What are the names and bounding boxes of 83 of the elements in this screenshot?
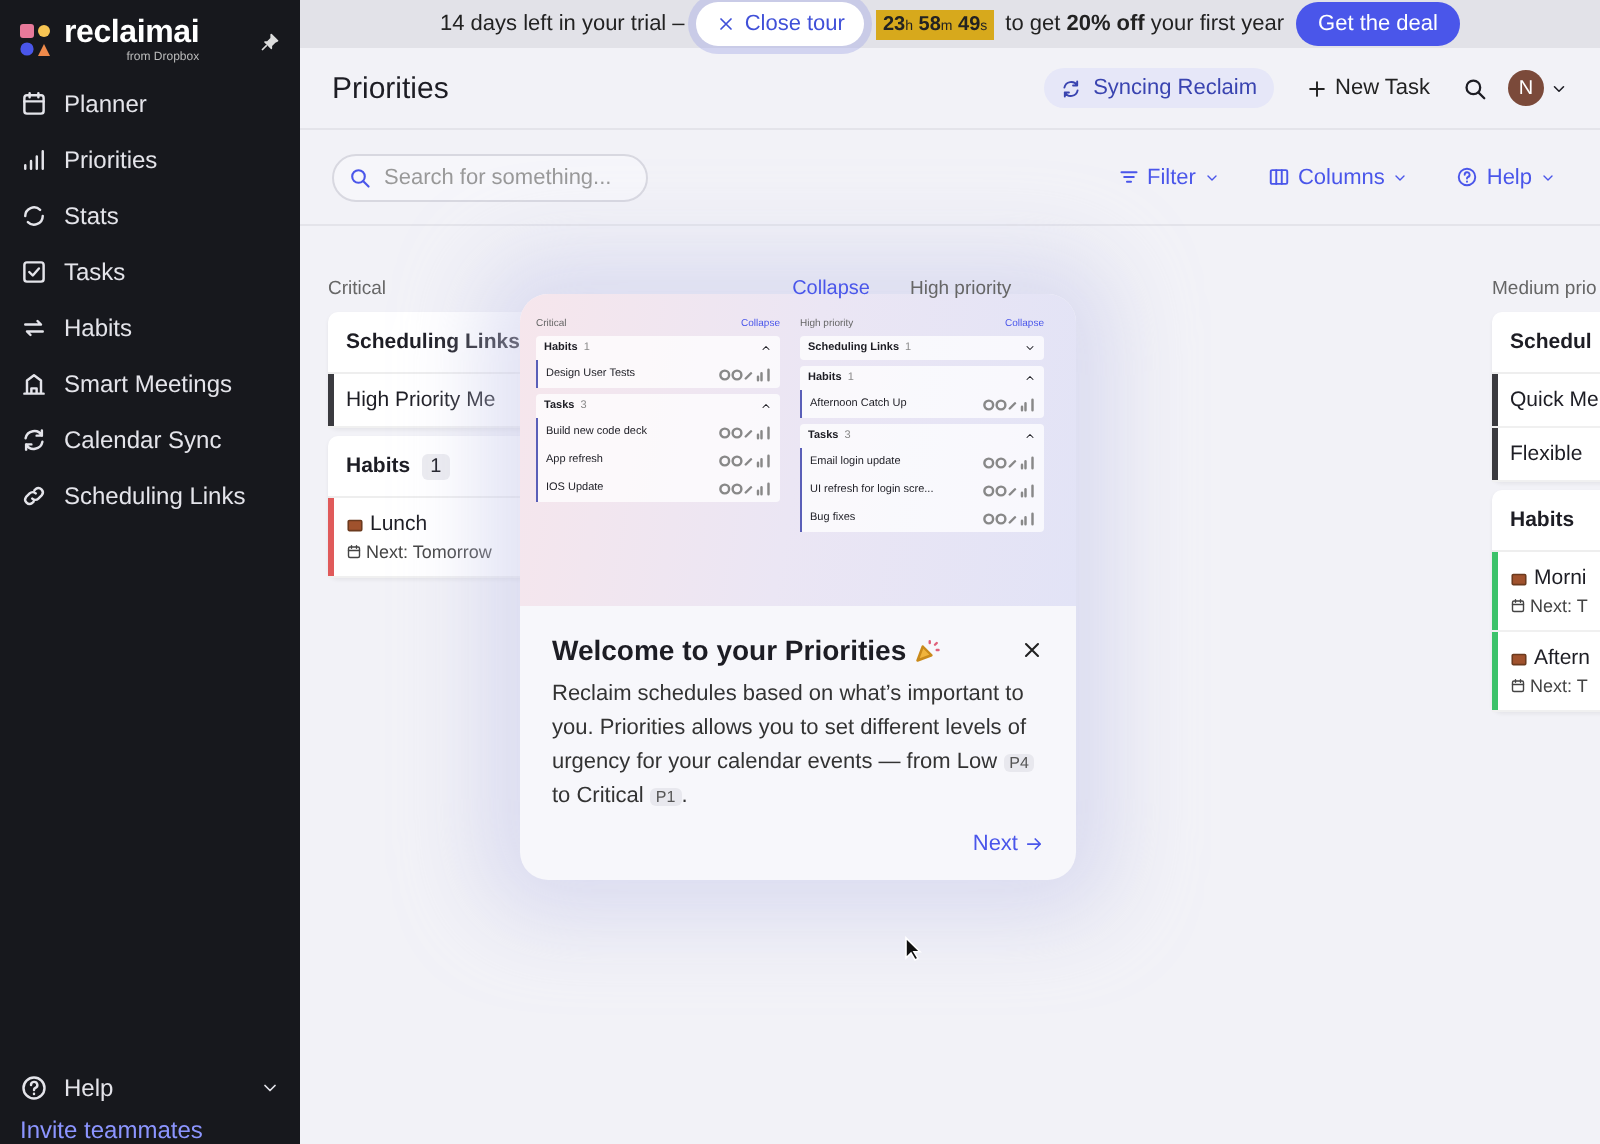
action-icons-drawing <box>716 367 772 381</box>
calendar-icon <box>1510 678 1526 694</box>
nav-item[interactable]: Calendar Sync <box>0 412 300 468</box>
nav-item[interactable]: Stats <box>0 188 300 244</box>
nav-item[interactable]: Habits <box>0 300 300 356</box>
item-card[interactable]: Flexible <box>1492 428 1600 482</box>
page-title: Priorities <box>332 71 449 105</box>
deal-button[interactable]: Get the deal <box>1296 2 1460 46</box>
close-tour-button[interactable]: Close tour <box>696 2 865 46</box>
cursor-icon <box>904 936 922 962</box>
trial-text: 14 days left in your trial – <box>440 12 685 36</box>
action-icons-drawing <box>980 511 1036 525</box>
offer-text: to get 20% off your first year <box>1005 12 1285 36</box>
next-time: Next: T <box>1530 596 1588 616</box>
nav-item[interactable]: Tasks <box>0 244 300 300</box>
party-popper-icon <box>914 636 943 664</box>
toolbar-menu[interactable]: Columns <box>1255 163 1421 191</box>
sync-status-button[interactable]: Syncing Reclaim <box>1043 68 1274 108</box>
link-icon <box>20 482 48 510</box>
search-icon <box>348 165 372 189</box>
columns-icon <box>1267 166 1290 188</box>
toolbar-menu[interactable]: Help <box>1444 163 1568 191</box>
count-badge: 1 <box>422 453 450 479</box>
search-icon <box>1462 75 1488 101</box>
next-time: Next: Tomorrow <box>366 542 492 562</box>
help-icon <box>1456 166 1479 188</box>
action-icons-drawing <box>980 483 1036 497</box>
user-avatar[interactable]: N <box>1508 70 1544 106</box>
action-icons-drawing <box>980 455 1036 469</box>
item-card[interactable]: Quick Me <box>1492 374 1600 428</box>
group-title: Habits <box>346 454 411 478</box>
calendar-icon <box>346 544 362 560</box>
collapse-link[interactable]: Collapse <box>792 278 870 300</box>
item-card[interactable]: Morni Next: T <box>1492 552 1600 632</box>
sync-icon <box>20 426 48 454</box>
item-name: High Priority Me <box>346 388 496 412</box>
bar-chart-icon <box>20 146 48 174</box>
item-name: Morni <box>1534 566 1587 590</box>
close-icon <box>716 14 737 34</box>
filter-icon <box>1117 166 1140 188</box>
close-button[interactable] <box>1020 638 1044 662</box>
building-icon <box>20 370 48 398</box>
item-name: Quick Me <box>1510 388 1599 412</box>
group-title: Schedul <box>1510 330 1592 354</box>
popup-title: Welcome to your Priorities <box>552 634 907 666</box>
calendar-icon <box>20 90 48 118</box>
plus-icon <box>1305 77 1328 99</box>
column-title: Medium prio <box>1492 278 1597 300</box>
column-title: Critical <box>328 278 387 300</box>
next-button[interactable]: Next <box>972 832 1044 856</box>
action-icons-drawing <box>716 453 772 467</box>
nav-item[interactable]: Scheduling Links <box>0 468 300 524</box>
arrow-right-icon <box>1024 834 1044 854</box>
nav-item[interactable]: Smart Meetings <box>0 356 300 412</box>
logo-icon <box>20 24 52 56</box>
next-time: Next: T <box>1530 676 1588 696</box>
search-field[interactable]: Search for something... <box>332 153 648 201</box>
item-card[interactable]: Aftern Next: T <box>1492 632 1600 712</box>
checkbox-icon <box>20 258 48 286</box>
repeat-icon <box>20 314 48 342</box>
invite-link[interactable]: Invite teammates <box>0 1112 300 1144</box>
help-icon <box>20 1074 48 1102</box>
popup-description: Reclaim schedules based on what’s important to you. Priorities allows you to set different levels of urgency for your calendar events — from Low P4 to Critical P1 . <box>552 678 1044 815</box>
group-title: Habits <box>1510 508 1575 532</box>
new-task-button[interactable]: New Task <box>1293 74 1442 102</box>
logo-text: reclaimai <box>64 17 200 49</box>
action-icons-drawing <box>716 425 772 439</box>
item-name: Flexible <box>1510 442 1583 466</box>
calendar-icon <box>1510 598 1526 614</box>
item-name: Aftern <box>1534 646 1591 670</box>
toolbar-menu[interactable]: Filter <box>1105 163 1232 191</box>
pin-icon <box>260 32 280 52</box>
help-menu[interactable]: Help <box>0 1064 300 1112</box>
nav-item[interactable]: Planner <box>0 76 300 132</box>
close-icon <box>1020 638 1044 662</box>
action-icons-drawing <box>980 397 1036 411</box>
action-icons-drawing <box>716 481 772 495</box>
item-name: Lunch <box>370 512 428 536</box>
nav-item[interactable]: Priorities <box>0 132 300 188</box>
column-title: High priority <box>910 278 1012 300</box>
group-title: Scheduling Links <box>346 330 520 354</box>
sync-icon <box>1059 77 1082 99</box>
circle-arrows-icon <box>20 202 48 230</box>
